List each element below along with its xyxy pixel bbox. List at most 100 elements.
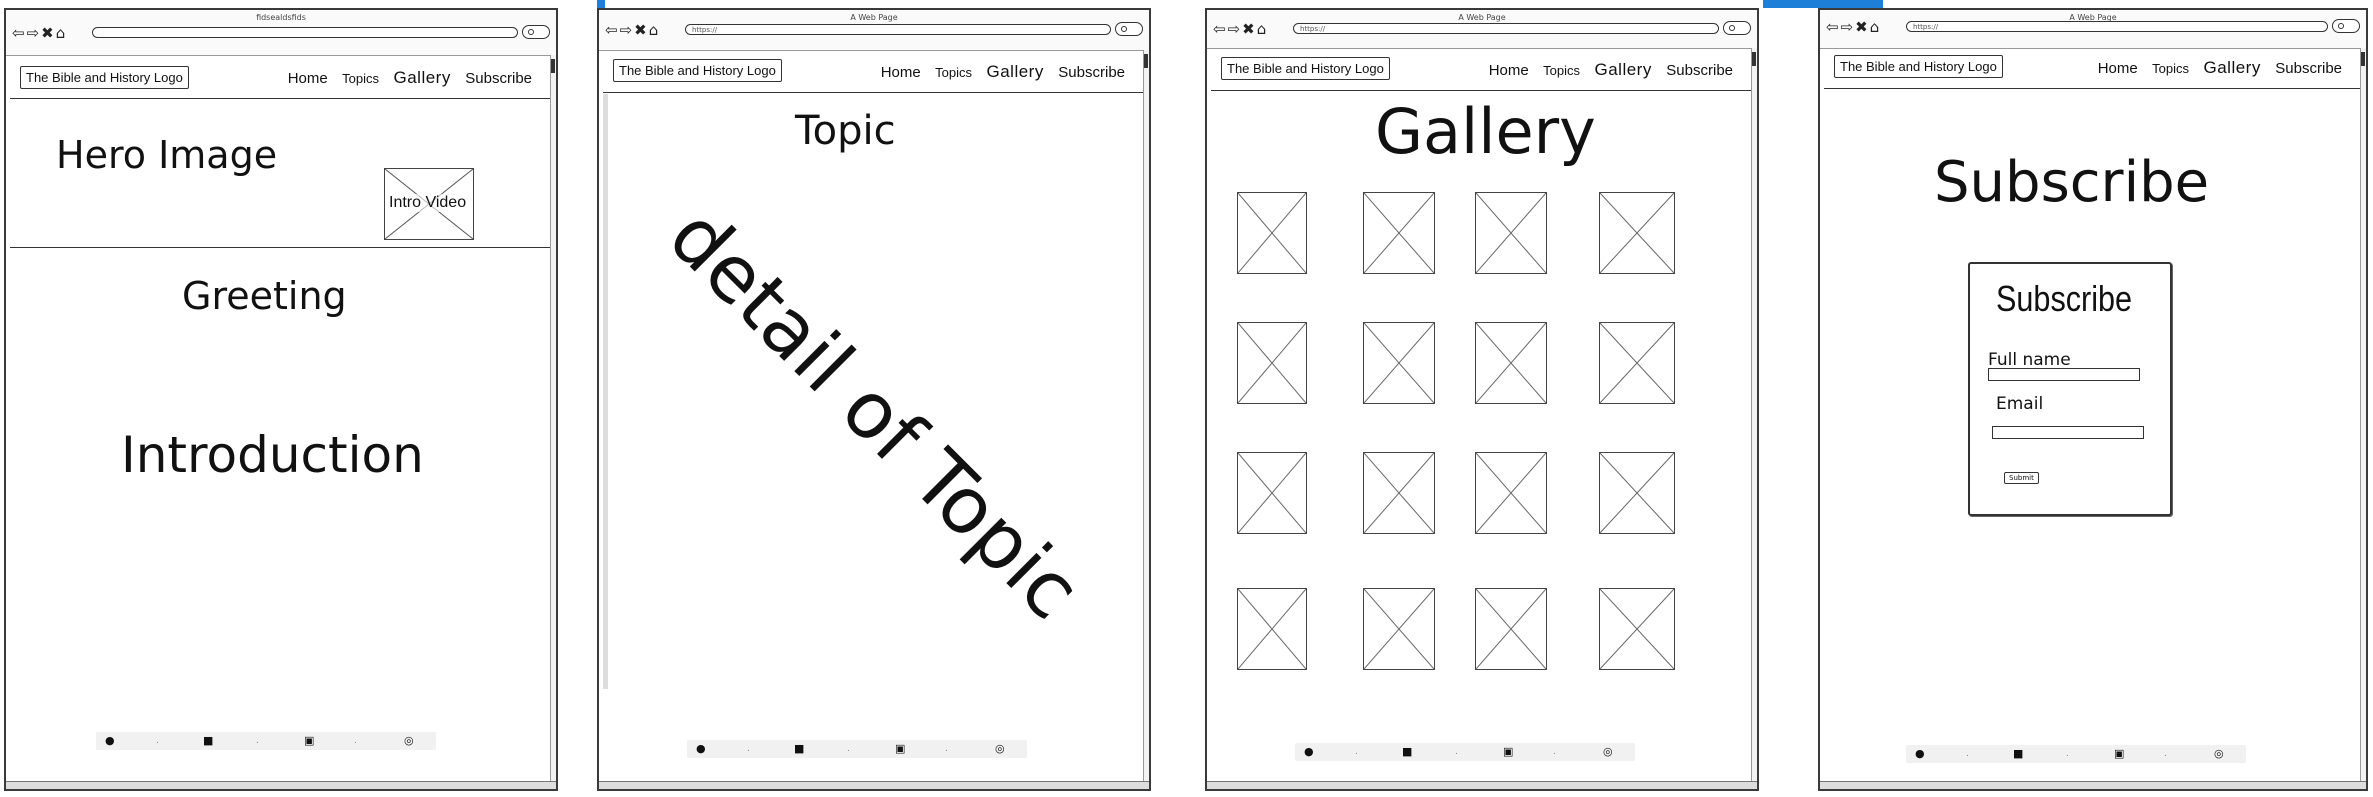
instagram-icon[interactable]: ◎ (404, 734, 414, 747)
topic-heading: Topic (795, 108, 896, 154)
intro-video-placeholder[interactable]: Intro Video (384, 168, 474, 240)
gallery-grid (1207, 10, 1757, 789)
gallery-image-placeholder[interactable] (1475, 452, 1547, 534)
main-nav: Home Topics Gallery Subscribe (871, 62, 1125, 82)
url-bar[interactable]: https:// (1906, 21, 2328, 32)
url-bar[interactable]: https:// (685, 24, 1111, 35)
nav-home[interactable]: Home (881, 64, 921, 81)
gallery-image-placeholder[interactable] (1599, 452, 1675, 534)
email-field[interactable] (1992, 426, 2144, 439)
vertical-scrollbar[interactable] (1751, 48, 1757, 783)
nav-home[interactable]: Home (2098, 60, 2138, 77)
browser-chrome: A Web Page ⇦⇨✖⌂ https:// (1820, 10, 2366, 49)
search-icon[interactable] (2332, 19, 2360, 33)
youtube-icon[interactable]: ▣ (304, 734, 314, 747)
subscribe-heading: Subscribe (1934, 150, 2210, 215)
instagram-icon[interactable]: ◎ (2214, 747, 2224, 760)
main-nav: Home Topics Gallery Subscribe (2088, 58, 2342, 78)
full-name-label: Full name (1988, 350, 2071, 370)
social-footer: ● . ■ . ▣ . ◎ (1295, 743, 1635, 761)
browser-chrome: A Web Page ⇦⇨✖⌂ https:// (599, 10, 1149, 51)
left-rail (603, 94, 608, 689)
gallery-image-placeholder[interactable] (1363, 452, 1435, 534)
horizontal-scrollbar[interactable] (599, 781, 1149, 789)
gallery-image-placeholder[interactable] (1237, 322, 1307, 404)
site-logo[interactable]: The Bible and History Logo (20, 66, 189, 89)
site-logo[interactable]: The Bible and History Logo (613, 59, 782, 82)
facebook-icon[interactable]: ● (105, 734, 115, 747)
gallery-image-placeholder[interactable] (1475, 588, 1547, 670)
instagram-icon[interactable]: ◎ (1603, 745, 1613, 758)
greeting-heading: Greeting (182, 274, 347, 318)
nav-gallery[interactable]: Gallery (2203, 58, 2260, 77)
search-icon[interactable] (522, 25, 550, 39)
site-logo[interactable]: The Bible and History Logo (1834, 55, 2003, 78)
browser-chrome: fidsealdsfids ⇦⇨✖⌂ (6, 10, 556, 56)
nav-topics[interactable]: Topics (342, 71, 379, 86)
social-footer: ● . ■ . ▣ . ◎ (96, 732, 436, 750)
horizontal-scrollbar[interactable] (6, 781, 556, 789)
site-header: The Bible and History Logo Home Topics G… (1824, 48, 2362, 89)
subscribe-form: Subscribe Full name Email Submit (1968, 262, 2172, 516)
nav-gallery[interactable]: Gallery (986, 62, 1043, 81)
nav-gallery[interactable]: Gallery (393, 68, 450, 87)
wireframe-home: fidsealdsfids ⇦⇨✖⌂ The Bible and History… (4, 8, 558, 791)
instagram-icon[interactable]: ◎ (995, 742, 1005, 755)
nav-subscribe[interactable]: Subscribe (1058, 64, 1125, 81)
social-footer: ● . ■ . ▣ . ◎ (687, 740, 1027, 758)
gallery-image-placeholder[interactable] (1363, 588, 1435, 670)
wireframe-topic: A Web Page ⇦⇨✖⌂ https:// The Bible and H… (597, 8, 1151, 791)
window-title: A Web Page (850, 13, 898, 22)
horizontal-scrollbar[interactable] (1207, 781, 1757, 789)
introduction-text: Introduction (121, 426, 424, 484)
gallery-image-placeholder[interactable] (1599, 588, 1675, 670)
wireframe-subscribe: A Web Page ⇦⇨✖⌂ https:// The Bible and H… (1818, 8, 2368, 791)
nav-topics[interactable]: Topics (2152, 61, 2189, 76)
topic-detail: detail of Topic (651, 191, 1097, 637)
facebook-icon[interactable]: ● (696, 742, 706, 755)
browser-nav-icons[interactable]: ⇦⇨✖⌂ (12, 24, 67, 42)
url-bar[interactable] (92, 27, 518, 38)
youtube-icon[interactable]: ▣ (1503, 745, 1513, 758)
twitter-icon[interactable]: ■ (2013, 747, 2023, 760)
selection-tab (1763, 0, 1883, 8)
browser-nav-icons[interactable]: ⇦⇨✖⌂ (1826, 18, 1881, 36)
facebook-icon[interactable]: ● (1304, 745, 1314, 758)
hero-title: Hero Image (56, 133, 278, 177)
youtube-icon[interactable]: ▣ (895, 742, 905, 755)
gallery-image-placeholder[interactable] (1363, 322, 1435, 404)
submit-button[interactable]: Submit (2004, 472, 2039, 484)
vertical-scrollbar[interactable] (1143, 50, 1149, 783)
gallery-image-placeholder[interactable] (1599, 192, 1675, 274)
facebook-icon[interactable]: ● (1915, 747, 1925, 760)
social-footer: ● . ■ . ▣ . ◎ (1906, 745, 2246, 763)
gallery-image-placeholder[interactable] (1475, 192, 1547, 274)
twitter-icon[interactable]: ■ (794, 742, 804, 755)
gallery-image-placeholder[interactable] (1237, 452, 1307, 534)
site-header: The Bible and History Logo Home Topics G… (10, 58, 552, 99)
gallery-image-placeholder[interactable] (1363, 192, 1435, 274)
main-nav: Home Topics Gallery Subscribe (278, 68, 532, 88)
twitter-icon[interactable]: ■ (203, 734, 213, 747)
twitter-icon[interactable]: ■ (1402, 745, 1412, 758)
selection-tab (597, 0, 605, 8)
nav-home[interactable]: Home (288, 70, 328, 87)
nav-topics[interactable]: Topics (935, 65, 972, 80)
email-label: Email (1996, 394, 2044, 414)
search-icon[interactable] (1115, 22, 1143, 36)
vertical-scrollbar[interactable] (550, 55, 556, 783)
vertical-scrollbar[interactable] (2360, 48, 2366, 783)
horizontal-scrollbar[interactable] (1820, 781, 2366, 789)
browser-nav-icons[interactable]: ⇦⇨✖⌂ (605, 21, 660, 39)
gallery-image-placeholder[interactable] (1237, 192, 1307, 274)
gallery-image-placeholder[interactable] (1237, 588, 1307, 670)
nav-subscribe[interactable]: Subscribe (2275, 60, 2342, 77)
gallery-image-placeholder[interactable] (1475, 322, 1547, 404)
youtube-icon[interactable]: ▣ (2114, 747, 2124, 760)
form-title: Subscribe (1996, 278, 2133, 319)
full-name-field[interactable] (1988, 368, 2140, 381)
window-title: fidsealdsfids (256, 13, 306, 22)
nav-subscribe[interactable]: Subscribe (465, 70, 532, 87)
gallery-image-placeholder[interactable] (1599, 322, 1675, 404)
wireframe-gallery: A Web Page ⇦⇨✖⌂ https:// The Bible and H… (1205, 8, 1759, 791)
